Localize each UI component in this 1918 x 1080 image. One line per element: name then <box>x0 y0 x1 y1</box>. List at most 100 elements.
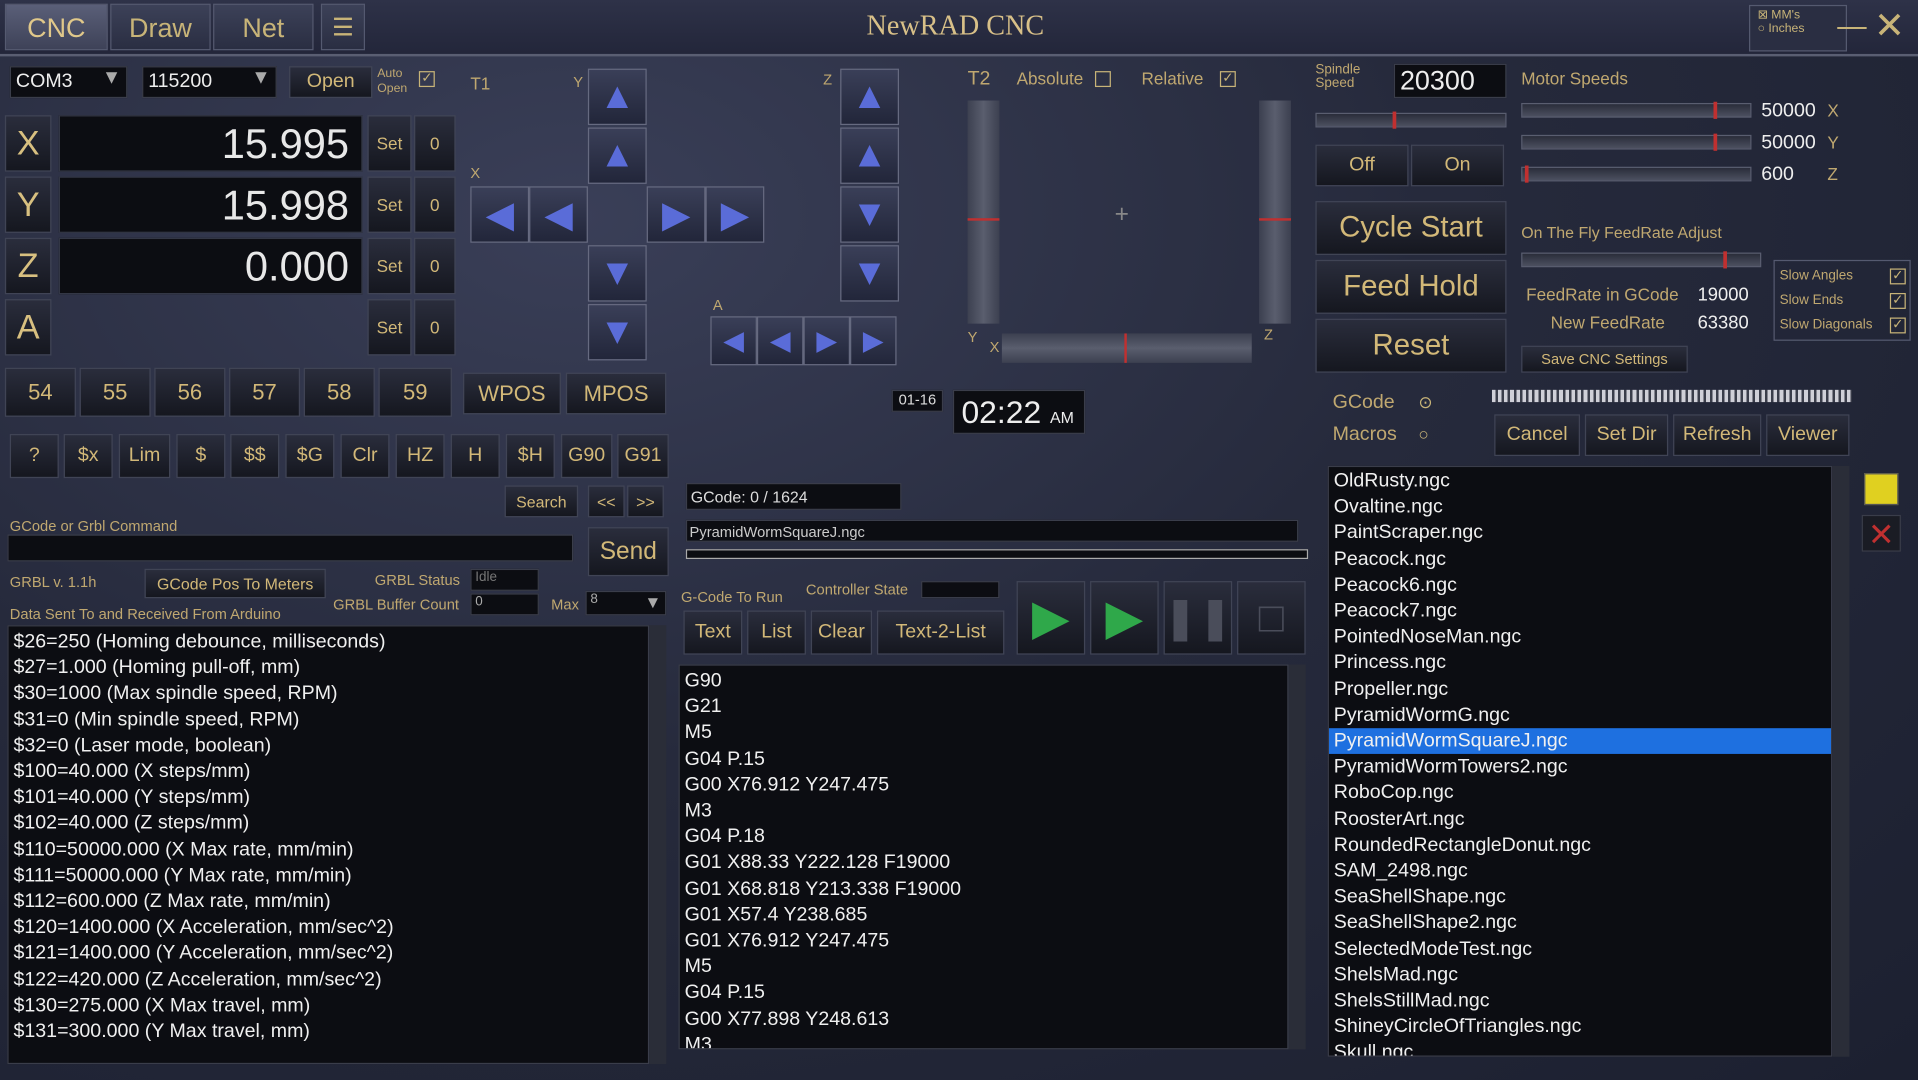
wcs-54-button[interactable]: 54 <box>4 367 76 417</box>
file-item[interactable]: PyramidWormG.ngc <box>1329 702 1831 728</box>
save-settings-button[interactable]: Save CNC Settings <box>1521 345 1688 373</box>
jog-a-plus-button[interactable]: ▶ <box>803 316 851 366</box>
absolute-checkbox[interactable] <box>1094 71 1111 88</box>
file-item[interactable]: SelectedModeTest.ngc <box>1329 936 1831 962</box>
motor-y-slider[interactable] <box>1521 133 1752 151</box>
log-line[interactable]: $30=1000 (Max spindle speed, RPM) <box>9 681 648 707</box>
log-line[interactable]: $111=50000.000 (Y Max rate, mm/min) <box>9 863 648 889</box>
gcode-radio[interactable]: ⊙ <box>1418 392 1432 413</box>
file-item[interactable]: Peacock7.ngc <box>1329 598 1831 624</box>
log-line[interactable]: $27=1.000 (Homing pull-off, mm) <box>9 655 648 681</box>
cmd-gstate-button[interactable]: $G <box>285 433 335 479</box>
file-item[interactable]: Peacock6.ngc <box>1329 572 1831 598</box>
tab-draw[interactable]: Draw <box>110 3 211 51</box>
cmd-hz-button[interactable]: HZ <box>395 433 445 479</box>
cmd-lim-button[interactable]: Lim <box>118 433 171 479</box>
jog-a-plus-fast-button[interactable]: ▶ <box>850 316 897 366</box>
jog-a-minus-fast-button[interactable]: ◀ <box>710 316 757 366</box>
jog-x-minus-fast-button[interactable]: ◀ <box>470 186 530 243</box>
file-item[interactable]: Propeller.ngc <box>1329 676 1831 702</box>
gcode-line[interactable]: M5 <box>680 720 1288 746</box>
jog-y-minus-button[interactable]: ▼ <box>587 245 647 302</box>
jog-z-plus-fast-button[interactable]: ▲ <box>840 68 900 126</box>
log-line[interactable]: $26=250 (Homing debounce, milliseconds) <box>9 629 648 655</box>
spindle-slider[interactable] <box>1315 111 1507 129</box>
gcode-line[interactable]: M3 <box>680 798 1288 824</box>
set-dir-button[interactable]: Set Dir <box>1584 414 1669 457</box>
tab-net[interactable]: Net <box>213 3 314 51</box>
set-y-button[interactable]: Set <box>367 176 412 233</box>
delete-icon[interactable]: ✕ <box>1861 514 1901 553</box>
set-a-button[interactable]: Set <box>367 299 412 356</box>
jog-y-minus-fast-button[interactable]: ▼ <box>587 304 647 361</box>
run-button[interactable]: ▶ <box>1016 581 1086 655</box>
gcode-scrollbar[interactable] <box>1288 664 1306 1050</box>
zero-z-button[interactable]: 0 <box>413 237 456 295</box>
step-button[interactable]: ▶ <box>1090 581 1159 655</box>
jog-x-minus-button[interactable]: ◀ <box>529 186 588 243</box>
cmd-h-button[interactable]: H <box>450 433 500 479</box>
log-line[interactable]: $31=0 (Min spindle speed, RPM) <box>9 707 648 733</box>
file-item[interactable]: PyramidWormSquareJ.ngc <box>1328 728 1832 755</box>
gcode-line[interactable]: M5 <box>680 954 1288 980</box>
macros-radio[interactable]: ○ <box>1418 424 1428 444</box>
file-item[interactable]: Peacock.ngc <box>1329 546 1831 572</box>
close-icon[interactable]: ✕ <box>1874 5 1905 48</box>
baud-select[interactable]: 115200 ▼ <box>142 66 277 99</box>
cmd-home-button[interactable]: $H <box>505 433 555 479</box>
file-item[interactable]: PaintScraper.ngc <box>1329 520 1831 546</box>
log-line[interactable]: $110=50000.000 (X Max rate, mm/min) <box>9 837 648 863</box>
log-line[interactable]: $131=300.000 (Y Max travel, mm) <box>9 1019 648 1045</box>
zero-y-button[interactable]: 0 <box>413 176 456 233</box>
jog-z-plus-button[interactable]: ▲ <box>840 127 900 184</box>
t2-x-slider[interactable] <box>1001 333 1252 363</box>
file-item[interactable]: OldRusty.ngc <box>1329 468 1831 494</box>
motor-x-slider[interactable] <box>1521 101 1752 119</box>
gcode-command-input[interactable] <box>7 534 574 562</box>
list-tab-button[interactable]: List <box>747 610 806 655</box>
zero-a-button[interactable]: 0 <box>413 299 456 356</box>
file-item[interactable]: Skull.ngc <box>1329 1040 1831 1056</box>
clear-tab-button[interactable]: Clear <box>810 610 873 655</box>
spindle-off-button[interactable]: Off <box>1315 144 1409 187</box>
file-item[interactable]: RoosterArt.ngc <box>1329 806 1831 832</box>
port-select[interactable]: COM3 ▼ <box>9 66 128 99</box>
cmd-help-button[interactable]: $ <box>176 433 226 479</box>
gcode-line[interactable]: G04 P.15 <box>680 746 1288 772</box>
file-item[interactable]: RoboCop.ngc <box>1329 780 1831 806</box>
cmd-g91-button[interactable]: G91 <box>617 433 669 479</box>
folder-icon[interactable] <box>1864 473 1899 506</box>
cmd-clr-button[interactable]: Clr <box>340 433 390 479</box>
file-item[interactable]: PyramidWormTowers2.ngc <box>1329 754 1831 780</box>
zero-x-button[interactable]: 0 <box>413 115 456 172</box>
jog-y-plus-button[interactable]: ▲ <box>587 127 647 184</box>
file-item[interactable]: ShelsStillMad.ngc <box>1329 988 1831 1014</box>
gcode-line[interactable]: G04 P.15 <box>680 980 1288 1006</box>
gcode-line[interactable]: G01 X68.818 Y213.338 F19000 <box>680 876 1288 902</box>
jog-y-plus-fast-button[interactable]: ▲ <box>587 68 647 126</box>
slow-diagonals-checkbox[interactable]: ✓ <box>1889 317 1906 334</box>
send-button[interactable]: Send <box>587 527 669 577</box>
viewer-button[interactable]: Viewer <box>1766 414 1850 457</box>
menu-icon[interactable]: ☰ <box>320 3 365 51</box>
file-item[interactable]: SAM_2498.ngc <box>1329 858 1831 884</box>
gcode-line[interactable]: G04 P.18 <box>680 824 1288 850</box>
spindle-speed-input[interactable]: 20300 <box>1393 63 1507 99</box>
gcode-line[interactable]: G00 X77.898 Y248.613 <box>680 1006 1288 1032</box>
data-log[interactable]: $26=250 (Homing debounce, milliseconds) $… <box>7 625 650 1065</box>
mpos-button[interactable]: MPOS <box>565 372 667 415</box>
cancel-button[interactable]: Cancel <box>1494 414 1580 457</box>
wpos-button[interactable]: WPOS <box>462 372 561 415</box>
t2-y-slider[interactable] <box>967 100 1000 324</box>
wcs-59-button[interactable]: 59 <box>378 367 452 417</box>
wcs-58-button[interactable]: 58 <box>303 367 375 417</box>
log-line[interactable]: $101=40.000 (Y steps/mm) <box>9 785 648 811</box>
log-line[interactable]: $102=40.000 (Z steps/mm) <box>9 811 648 837</box>
cmd-g90-button[interactable]: G90 <box>560 433 613 479</box>
units-mm[interactable]: ⊠ MM's <box>1758 9 1839 22</box>
log-line[interactable]: $120=1400.000 (X Acceleration, mm/sec^2) <box>9 915 648 941</box>
gcode-line[interactable]: G01 X57.4 Y238.685 <box>680 902 1288 928</box>
jog-z-minus-fast-button[interactable]: ▼ <box>840 245 900 302</box>
max-select[interactable]: 8 ▼ <box>585 590 667 616</box>
text-2-list-button[interactable]: Text-2-List <box>876 610 1005 655</box>
